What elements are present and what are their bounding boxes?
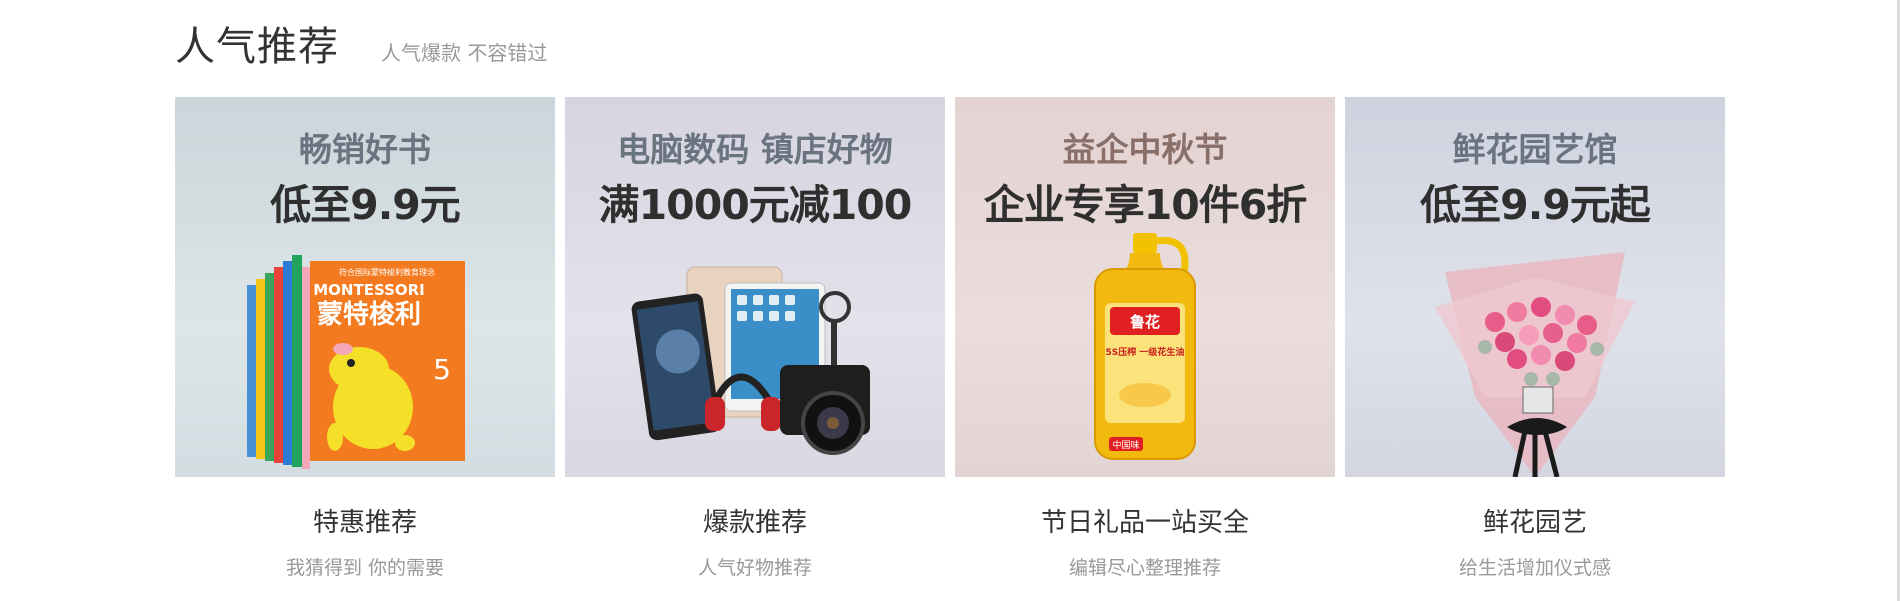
- book-side-number: 5: [433, 353, 451, 386]
- card-subtitle: 人气好物推荐: [697, 557, 812, 579]
- card-image-digital[interactable]: 电脑数码 镇店好物 满1000元减100: [565, 97, 945, 477]
- card-title[interactable]: 鲜花园艺: [1345, 502, 1725, 539]
- card-subtitle: 给生活增加仪式感: [1458, 557, 1611, 579]
- card-digital-products[interactable]: 电脑数码 镇店好物 满1000元减100 爆款推荐 人气好物推荐: [565, 97, 945, 580]
- book-top-text: 符合国际蒙特梭利教育理念: [339, 267, 435, 277]
- card-image-books[interactable]: 畅销好书 低至9.9元 符合国际蒙特梭利教育理念 MONTESSORI 蒙特梭利…: [175, 97, 555, 477]
- section-header: 人气推荐 人气爆款 不容错过: [175, 14, 548, 70]
- card-image-festival[interactable]: 益企中秋节 企业专享10件6折 鲁花 5S压榨 一级花生油 中国味: [955, 97, 1335, 477]
- card-title[interactable]: 特惠推荐: [175, 502, 555, 539]
- electronics-illustration: [631, 266, 870, 455]
- oil-label-text: 5S压榨 一级花生油: [1106, 346, 1185, 358]
- card-subtitle: 我猜得到 你的需要: [285, 557, 445, 579]
- books-illustration: 符合国际蒙特梭利教育理念 MONTESSORI 蒙特梭利 5: [247, 255, 465, 469]
- oil-brand-text: 鲁花: [1130, 313, 1160, 331]
- book-name-text: 蒙特梭利: [317, 299, 421, 330]
- card-bestselling-books[interactable]: 畅销好书 低至9.9元 符合国际蒙特梭利教育理念 MONTESSORI 蒙特梭利…: [175, 97, 555, 580]
- oil-badge-text: 中国味: [1112, 439, 1139, 451]
- popular-recommendations-page: 人气推荐 人气爆款 不容错过 畅销好书 低至9.9元 符合国际蒙特梭利教育理念 …: [0, 0, 1900, 601]
- section-title: 人气推荐: [175, 24, 339, 70]
- card-title[interactable]: 节日礼品一站买全: [955, 502, 1335, 539]
- book-spines: [247, 255, 310, 469]
- card-title[interactable]: 爆款推荐: [565, 502, 945, 539]
- bouquet-illustration: [1435, 252, 1635, 477]
- section-subtitle: 人气爆款 不容错过: [381, 41, 548, 65]
- card-image-flowers[interactable]: 鲜花园艺馆 低至9.9元起: [1345, 97, 1725, 477]
- book-series-text: MONTESSORI: [313, 281, 425, 299]
- oil-bottle-illustration: 鲁花 5S压榨 一级花生油 中国味: [1094, 233, 1196, 460]
- card-flowers-gardening[interactable]: 鲜花园艺馆 低至9.9元起 鲜花园艺 给生活增加仪式感: [1345, 97, 1725, 580]
- card-mid-autumn-gifts[interactable]: 益企中秋节 企业专享10件6折 鲁花 5S压榨 一级花生油 中国味 节日礼品一站…: [955, 97, 1335, 580]
- bouquet-icon: [1435, 252, 1635, 477]
- oil-bottle-icon: 鲁花 5S压榨 一级花生油 中国味: [1094, 233, 1196, 460]
- recommendation-cards: 畅销好书 低至9.9元 符合国际蒙特梭利教育理念 MONTESSORI 蒙特梭利…: [175, 97, 1725, 580]
- card-subtitle: 编辑尽心整理推荐: [1068, 557, 1221, 579]
